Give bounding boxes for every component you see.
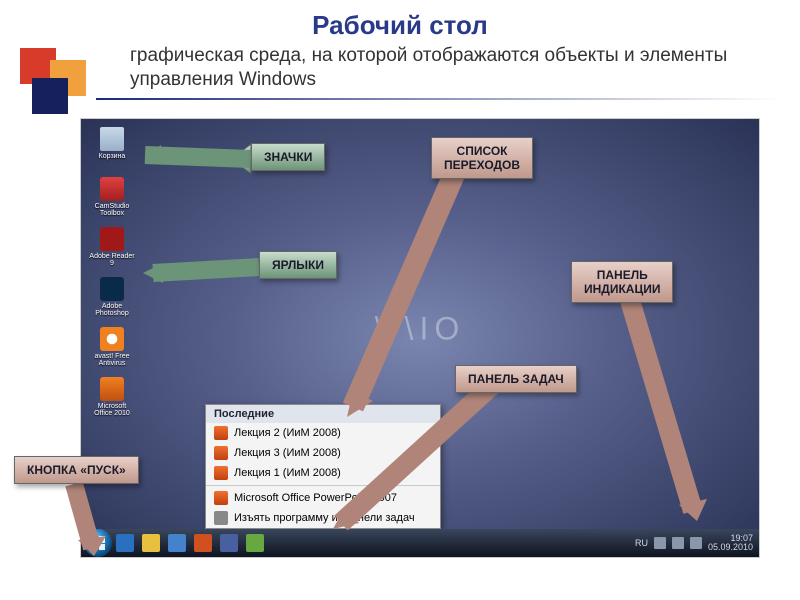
jump-list-unpin[interactable]: Изъять программу из панели задач xyxy=(206,508,440,528)
start-button[interactable] xyxy=(84,529,112,557)
app-icon xyxy=(100,177,124,201)
taskbar-explorer-icon[interactable] xyxy=(142,534,160,552)
taskbar-powerpoint-icon[interactable] xyxy=(194,534,212,552)
app-icon xyxy=(100,227,124,251)
desktop-icons: Корзина CamStudio Toolbox Adobe Reader 9… xyxy=(89,127,135,427)
app-icon xyxy=(100,377,124,401)
taskbar-ie-icon[interactable] xyxy=(116,534,134,552)
unpin-icon xyxy=(214,511,228,525)
divider xyxy=(96,98,780,100)
slide: Рабочий стол графическая среда, на котор… xyxy=(0,0,800,600)
callout-start-button: КНОПКА «ПУСК» xyxy=(14,456,139,484)
windows-logo-icon xyxy=(91,536,105,550)
tray-volume-icon[interactable] xyxy=(690,537,702,549)
tray-network-icon[interactable] xyxy=(672,537,684,549)
bin-icon xyxy=(100,127,124,151)
taskbar-wmp-icon[interactable] xyxy=(168,534,186,552)
page-subtitle: графическая среда, на которой отображают… xyxy=(130,44,770,92)
file-icon xyxy=(214,426,228,440)
desktop-icon-office[interactable]: Microsoft Office 2010 xyxy=(89,377,135,423)
callout-notification: ПАНЕЛЬ ИНДИКАЦИИ xyxy=(571,261,673,303)
jump-list-app[interactable]: Microsoft Office PowerPoint 2007 xyxy=(206,488,440,508)
taskbar: RU 19:07 05.09.2010 xyxy=(81,529,759,557)
separator xyxy=(206,485,440,486)
jump-list-item[interactable]: Лекция 1 (ИиМ 2008) xyxy=(206,463,440,483)
app-icon xyxy=(214,491,228,505)
desktop-icon-camstudio[interactable]: CamStudio Toolbox xyxy=(89,177,135,223)
app-icon xyxy=(100,277,124,301)
deco-square xyxy=(32,78,68,114)
tray-flag-icon[interactable] xyxy=(654,537,666,549)
page-title: Рабочий стол xyxy=(0,10,800,41)
desktop-screenshot: \/\IO Корзина CamStudio Toolbox Adobe Re… xyxy=(80,118,760,558)
jump-list-header: Последние xyxy=(206,405,440,423)
language-indicator[interactable]: RU xyxy=(635,538,648,548)
wallpaper-logo: \/\IO xyxy=(375,311,465,348)
file-icon xyxy=(214,446,228,460)
desktop-icon-adobe-reader[interactable]: Adobe Reader 9 xyxy=(89,227,135,273)
desktop-icon-avast[interactable]: avast! Free Antivirus xyxy=(89,327,135,373)
taskbar-app-icon[interactable] xyxy=(220,534,238,552)
decorative-squares xyxy=(20,48,90,118)
desktop-icon-recycle-bin[interactable]: Корзина xyxy=(89,127,135,173)
taskbar-app-icon[interactable] xyxy=(246,534,264,552)
desktop-icon-photoshop[interactable]: Adobe Photoshop xyxy=(89,277,135,323)
callout-taskbar: ПАНЕЛЬ ЗАДАЧ xyxy=(455,365,577,393)
callout-jumplist: СПИСОК ПЕРЕХОДОВ xyxy=(431,137,533,179)
app-icon xyxy=(100,327,124,351)
callout-icons: ЗНАЧКИ xyxy=(251,143,325,171)
clock[interactable]: 19:07 05.09.2010 xyxy=(708,534,753,552)
system-tray: RU 19:07 05.09.2010 xyxy=(635,534,759,552)
jump-list-item[interactable]: Лекция 2 (ИиМ 2008) xyxy=(206,423,440,443)
jump-list-item[interactable]: Лекция 3 (ИиМ 2008) xyxy=(206,443,440,463)
callout-shortcuts: ЯРЛЫКИ xyxy=(259,251,337,279)
file-icon xyxy=(214,466,228,480)
jump-list: Последние Лекция 2 (ИиМ 2008) Лекция 3 (… xyxy=(205,404,441,529)
